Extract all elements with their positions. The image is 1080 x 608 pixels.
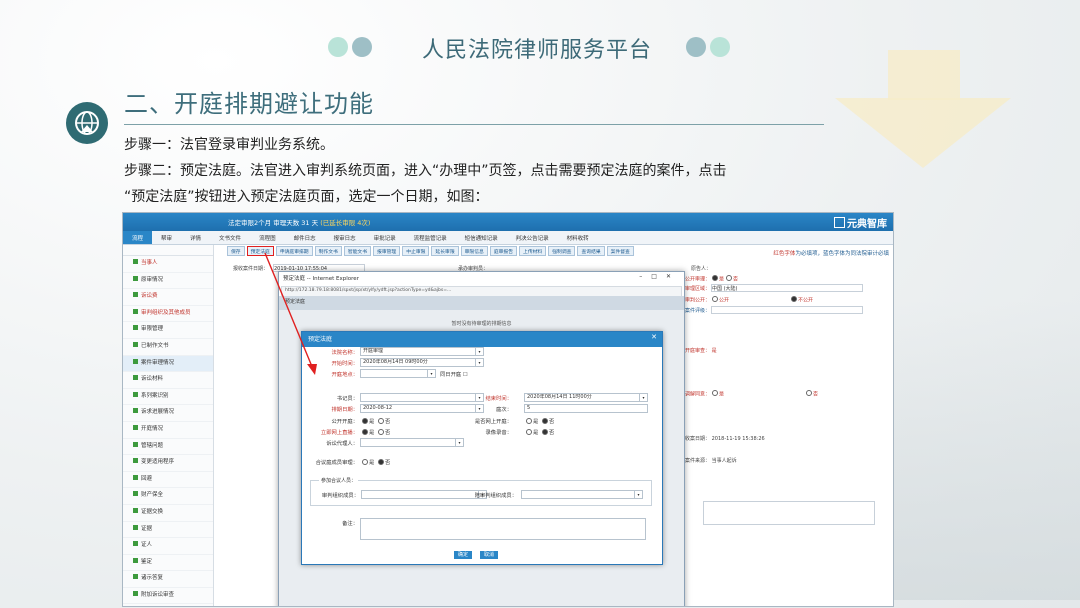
step-one-text: 步骤一：法官登录审判业务系统。: [124, 137, 334, 153]
decorative-arrow: [835, 98, 1011, 168]
system-screenshot: 法定审限2个月 审理天数 31 天 (已延长审限 4次) 元典智库 流程 帮审 …: [122, 212, 894, 607]
section-divider: [124, 124, 824, 125]
step-two-text: 步骤二：预定法庭。法官进入审判系统页面，进入“办理中”页签，点击需要预定法庭的案…: [124, 163, 727, 179]
step-two-text-continued: “预定法庭”按钮进入预定法庭页面，选定一个日期，如图：: [124, 189, 489, 205]
decorative-arrow-stem: [888, 50, 960, 100]
slide-title: 人民法院律师服务平台: [421, 38, 652, 63]
decorative-cloud: [880, 300, 1080, 600]
title-dots-left: [328, 37, 372, 57]
red-pointer-arrow: [264, 252, 317, 375]
globe-arrow-icon: [66, 102, 108, 144]
section-title: 二、开庭排期避让功能: [124, 90, 374, 118]
title-dots-right: [686, 37, 730, 57]
